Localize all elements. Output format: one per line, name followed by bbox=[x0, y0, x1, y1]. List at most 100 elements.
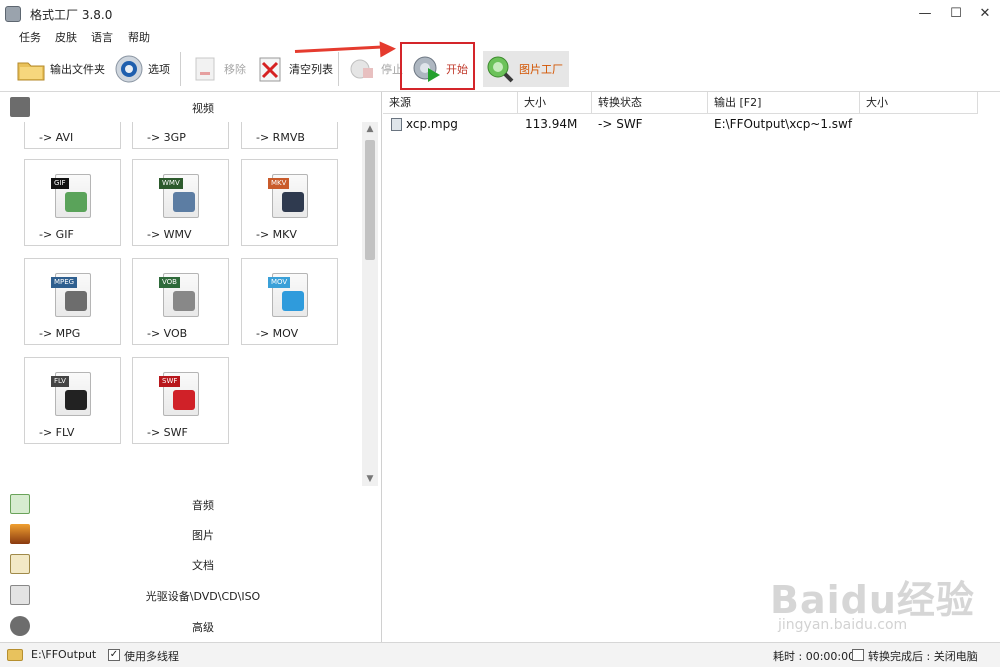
tile-wmv[interactable]: WMV -> WMV bbox=[132, 159, 229, 246]
video-file-icon bbox=[391, 118, 402, 131]
category-video[interactable]: 视频 bbox=[0, 92, 382, 122]
tile-label: -> WMV bbox=[147, 228, 192, 241]
tile-tag: FLV bbox=[51, 376, 69, 387]
folder-icon bbox=[16, 54, 46, 84]
tile-swf[interactable]: SWF -> SWF bbox=[132, 357, 229, 444]
tile-tag: MKV bbox=[268, 178, 290, 189]
task-list: 来源 大小 转换状态 输出 [F2] 大小 xcp.mpg 113.94M ->… bbox=[383, 92, 1000, 642]
tile-art bbox=[65, 390, 87, 410]
annotation-arrow-head bbox=[379, 40, 397, 58]
menu-language[interactable]: 语言 bbox=[91, 29, 113, 45]
menu-help[interactable]: 帮助 bbox=[128, 29, 150, 45]
remove-label: 移除 bbox=[224, 63, 246, 76]
tile-label: -> 3GP bbox=[147, 131, 186, 144]
row-output: E:\FFOutput\xcp~1.swf bbox=[714, 117, 853, 131]
tile-label: -> FLV bbox=[39, 426, 75, 439]
column-output-size[interactable]: 大小 bbox=[860, 92, 978, 114]
after-done-checkbox[interactable] bbox=[852, 649, 864, 661]
category-advanced[interactable]: 高级 bbox=[0, 611, 382, 641]
tile-label: -> MKV bbox=[256, 228, 297, 241]
column-output[interactable]: 输出 [F2] bbox=[708, 92, 860, 114]
tile-art bbox=[65, 291, 87, 311]
category-video-label: 视频 bbox=[192, 102, 214, 115]
tile-tag: WMV bbox=[159, 178, 183, 189]
tile-art bbox=[173, 291, 195, 311]
format-panel: 视频 -> AVI -> 3GP -> RMVB GIF -> GIF WMV … bbox=[0, 92, 382, 642]
category-audio-label: 音频 bbox=[192, 499, 214, 512]
category-rom-device-label: 光驱设备\DVD\CD\ISO bbox=[145, 590, 261, 603]
minimize-button[interactable]: — bbox=[911, 2, 939, 26]
picture-factory-icon bbox=[485, 54, 515, 84]
tile-tag: GIF bbox=[51, 178, 69, 189]
tile-label: -> MPG bbox=[39, 327, 81, 340]
tile-3gp[interactable]: -> 3GP bbox=[132, 122, 229, 149]
category-rom-device[interactable]: 光驱设备\DVD\CD\ISO bbox=[0, 580, 382, 610]
picture-factory-label: 图片工厂 bbox=[519, 63, 563, 76]
app-icon bbox=[5, 6, 21, 22]
close-button[interactable]: ✕ bbox=[971, 2, 999, 26]
category-audio[interactable]: 音频 bbox=[0, 489, 382, 519]
toolbar-separator bbox=[180, 52, 181, 86]
menu-bar: 任务 皮肤 语言 帮助 bbox=[0, 28, 1000, 46]
scroll-up-arrow-icon[interactable]: ▲ bbox=[362, 122, 378, 136]
category-picture-label: 图片 bbox=[192, 529, 214, 542]
tile-tag: VOB bbox=[159, 277, 180, 288]
output-folder-icon[interactable] bbox=[7, 649, 23, 661]
picture-factory-button[interactable]: 图片工厂 bbox=[483, 51, 569, 87]
category-picture[interactable]: 图片 bbox=[0, 519, 382, 549]
tile-mkv[interactable]: MKV -> MKV bbox=[241, 159, 338, 246]
tile-flv[interactable]: FLV -> FLV bbox=[24, 357, 121, 444]
column-source[interactable]: 来源 bbox=[383, 92, 518, 114]
toolbar-separator bbox=[338, 52, 339, 86]
menu-task[interactable]: 任务 bbox=[19, 29, 41, 45]
remove-button[interactable]: 移除 bbox=[188, 51, 248, 87]
scroll-down-arrow-icon[interactable]: ▼ bbox=[362, 472, 378, 486]
clear-list-label: 清空列表 bbox=[289, 63, 333, 76]
title-bar: 格式工厂 3.8.0 — ☐ ✕ bbox=[0, 0, 1000, 28]
status-bar: E:\FFOutput ✓ 使用多线程 耗时 : 00:00:00 转换完成后 … bbox=[0, 642, 1000, 667]
scroll-thumb[interactable] bbox=[365, 140, 375, 260]
options-button[interactable]: 选项 bbox=[112, 51, 172, 87]
tile-rmvb[interactable]: -> RMVB bbox=[241, 122, 338, 149]
tile-label: -> RMVB bbox=[256, 131, 305, 144]
tile-label: -> VOB bbox=[147, 327, 188, 340]
tile-gif[interactable]: GIF -> GIF bbox=[24, 159, 121, 246]
format-grid: -> AVI -> 3GP -> RMVB GIF -> GIF WMV -> … bbox=[0, 122, 362, 486]
tile-avi[interactable]: -> AVI bbox=[24, 122, 121, 149]
format-scrollbar[interactable]: ▲ ▼ bbox=[362, 122, 378, 486]
menu-skin[interactable]: 皮肤 bbox=[55, 29, 77, 45]
stop-icon bbox=[347, 54, 377, 84]
multithread-checkbox[interactable]: ✓ bbox=[108, 649, 120, 661]
options-label: 选项 bbox=[148, 63, 170, 76]
remove-icon bbox=[190, 54, 220, 84]
category-document[interactable]: 文档 bbox=[0, 549, 382, 579]
row-status: -> SWF bbox=[598, 117, 643, 131]
tile-tag: MOV bbox=[268, 277, 291, 288]
table-row[interactable]: xcp.mpg 113.94M -> SWF E:\FFOutput\xcp~1… bbox=[383, 114, 1000, 136]
tile-art bbox=[282, 192, 304, 212]
output-folder-button[interactable]: 输出文件夹 bbox=[14, 51, 107, 87]
category-advanced-label: 高级 bbox=[192, 621, 214, 634]
annotation-highlight-box bbox=[400, 42, 475, 90]
after-done-label: 转换完成后 : 关闭电脑 bbox=[868, 650, 978, 663]
tile-mpg[interactable]: MPEG -> MPG bbox=[24, 258, 121, 345]
toolbar: 输出文件夹 选项 移除 清空列表 停止 开始 图片工厂 bbox=[0, 46, 1000, 92]
options-gear-icon bbox=[114, 54, 144, 84]
clear-list-button[interactable]: 清空列表 bbox=[253, 51, 335, 87]
tile-label: -> AVI bbox=[39, 131, 74, 144]
column-size[interactable]: 大小 bbox=[518, 92, 592, 114]
category-document-label: 文档 bbox=[192, 559, 214, 572]
tile-tag: MPEG bbox=[51, 277, 78, 288]
tile-mov[interactable]: MOV -> MOV bbox=[241, 258, 338, 345]
output-path[interactable]: E:\FFOutput bbox=[31, 648, 96, 661]
column-status[interactable]: 转换状态 bbox=[592, 92, 708, 114]
window-title: 格式工厂 3.8.0 bbox=[30, 8, 113, 22]
tile-tag: SWF bbox=[159, 376, 181, 387]
tile-art bbox=[173, 192, 195, 212]
elapsed-time: 耗时 : 00:00:00 bbox=[773, 650, 856, 663]
tile-art bbox=[173, 390, 195, 410]
tile-vob[interactable]: VOB -> VOB bbox=[132, 258, 229, 345]
maximize-button[interactable]: ☐ bbox=[942, 2, 970, 26]
tile-art bbox=[282, 291, 304, 311]
multithread-label: 使用多线程 bbox=[124, 650, 179, 663]
